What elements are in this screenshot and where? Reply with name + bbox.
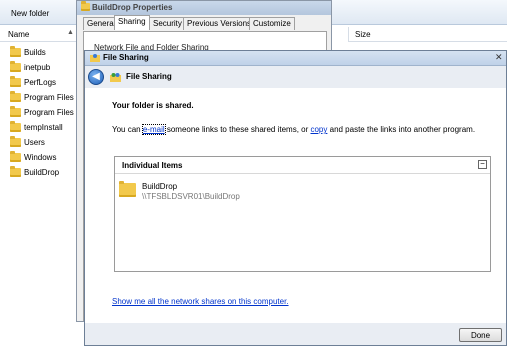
collapse-icon[interactable]: − — [478, 160, 487, 169]
share-icon — [90, 54, 100, 62]
folder-item-perflogs[interactable]: PerfLogs — [0, 76, 80, 90]
folder-icon — [10, 106, 21, 117]
folder-item-inetpub[interactable]: inetpub — [0, 61, 80, 75]
tab-customize[interactable]: Customize — [249, 17, 295, 30]
done-button[interactable]: Done — [459, 328, 502, 342]
folder-icon — [10, 136, 21, 147]
folder-label: Windows — [24, 153, 57, 162]
individual-items-list: Individual Items − BuildDrop \\TFSBLDSVR… — [114, 156, 491, 272]
shared-item-path: \\TFSBLDSVR01\BuildDrop — [142, 192, 240, 201]
tab-sharing[interactable]: Sharing — [114, 15, 150, 30]
instructions-part1: You can — [112, 125, 143, 134]
file-sharing-nav: ◀ File Sharing — [85, 66, 506, 88]
folder-label: inetpub — [24, 63, 51, 72]
folder-item-windows[interactable]: Windows — [0, 151, 80, 165]
folder-item-tempinstall[interactable]: tempInstall — [0, 121, 80, 135]
tab-previous-versions[interactable]: Previous Versions — [183, 17, 256, 30]
close-icon[interactable]: ✕ — [495, 52, 503, 63]
folder-label: tempInstall — [24, 123, 63, 132]
folder-icon — [10, 121, 21, 132]
instructions-part2: someone links to these shared items, or — [164, 125, 311, 134]
folder-label: Builds — [24, 48, 46, 57]
items-header-label: Individual Items — [122, 161, 183, 170]
users-share-icon — [110, 73, 121, 82]
instructions-text: You can e-mail someone links to these sh… — [112, 124, 476, 135]
sort-up-icon: ▲ — [67, 29, 74, 36]
show-all-shares-link[interactable]: Show me all the network shares on this c… — [112, 297, 289, 306]
name-column-label: Name — [8, 30, 30, 39]
properties-title-bar[interactable]: BuildDrop Properties — [77, 1, 331, 15]
folder-icon — [10, 91, 21, 102]
file-sharing-title: File Sharing — [103, 53, 149, 62]
folder-item-users[interactable]: Users — [0, 136, 80, 150]
shared-item-name[interactable]: BuildDrop — [142, 182, 177, 191]
folder-item-program-files-x86[interactable]: Program Files (x86) — [0, 106, 94, 120]
shared-message: Your folder is shared. — [112, 101, 194, 110]
new-folder-button[interactable]: New folder — [11, 9, 49, 18]
folder-icon — [10, 76, 21, 87]
copy-link[interactable]: copy — [310, 125, 327, 134]
email-link[interactable]: e-mail — [141, 124, 166, 135]
folder-label: Users — [24, 138, 45, 147]
file-sharing-window: File Sharing ✕ ◀ File Sharing Your folde… — [84, 50, 507, 346]
file-sharing-footer: Done — [85, 323, 506, 345]
back-button[interactable]: ◀ — [88, 69, 104, 85]
folder-icon — [10, 46, 21, 57]
nav-title: File Sharing — [126, 72, 172, 81]
back-arrow-icon: ◀ — [92, 71, 100, 82]
file-sharing-title-bar[interactable]: File Sharing ✕ — [85, 51, 506, 66]
folder-item-program-files[interactable]: Program Files — [0, 91, 80, 105]
name-column-header[interactable]: Name ▲ — [0, 27, 78, 42]
folder-label: Program Files — [24, 93, 74, 102]
folder-item-builds[interactable]: Builds — [0, 46, 80, 60]
properties-title: BuildDrop Properties — [92, 3, 173, 12]
file-sharing-content: Your folder is shared. You can e-mail so… — [85, 88, 506, 323]
size-column-label: Size — [355, 30, 371, 39]
tab-security[interactable]: Security — [149, 17, 186, 30]
folder-item-builddrop[interactable]: BuildDrop — [0, 166, 80, 180]
folder-icon — [10, 166, 21, 177]
folder-icon — [10, 151, 21, 162]
folder-icon — [119, 181, 136, 197]
folder-label: BuildDrop — [24, 168, 60, 177]
folder-label: PerfLogs — [24, 78, 57, 87]
instructions-part3: and paste the links into another program… — [327, 125, 476, 134]
folder-icon — [10, 61, 21, 72]
size-column-header[interactable]: Size — [348, 27, 507, 42]
items-header: Individual Items − — [115, 157, 490, 174]
folder-icon — [81, 1, 90, 11]
